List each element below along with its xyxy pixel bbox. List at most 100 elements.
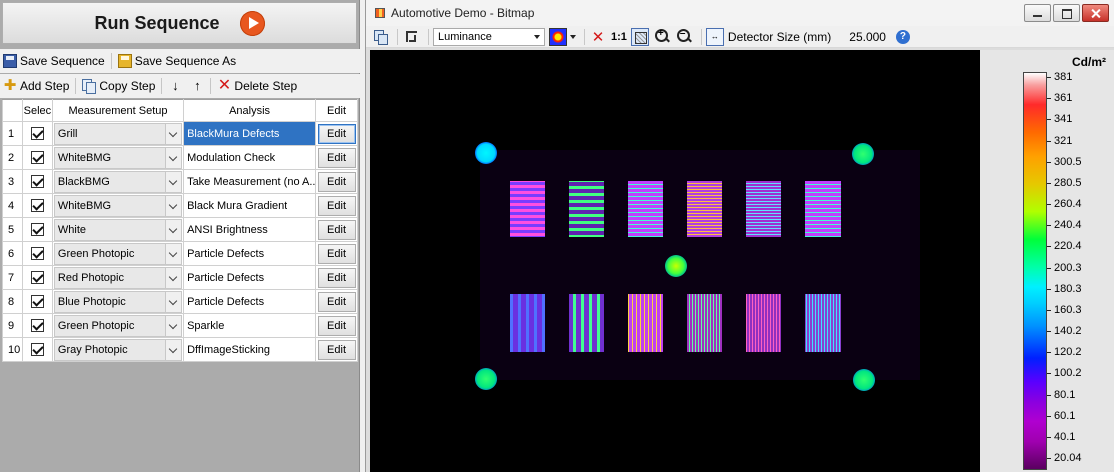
detector-size-value[interactable]: 25.000 bbox=[849, 28, 886, 46]
measurement-setup-select[interactable]: Red Photopic bbox=[53, 266, 183, 289]
edit-button[interactable]: Edit bbox=[317, 171, 356, 192]
row-number[interactable]: 10 bbox=[2, 337, 23, 362]
chevron-down-icon bbox=[165, 243, 182, 264]
clear-x-icon[interactable]: ✕ bbox=[589, 28, 607, 46]
column-header-select[interactable]: Selec bbox=[21, 99, 53, 122]
edit-button[interactable]: Edit bbox=[317, 291, 356, 312]
copy-step-button[interactable]: Copy Step bbox=[82, 79, 156, 94]
column-header-analysis[interactable]: Analysis bbox=[183, 99, 317, 122]
delete-step-button[interactable]: ✕ Delete Step bbox=[217, 78, 297, 94]
save-sequence-as-button[interactable]: Save Sequence As bbox=[117, 54, 236, 68]
analysis-cell[interactable]: Take Measurement (no A... bbox=[183, 169, 317, 194]
select-checkbox[interactable] bbox=[30, 127, 44, 140]
measurement-setup-select[interactable]: Gray Photopic bbox=[53, 338, 183, 361]
measurement-setup-select[interactable]: BlackBMG bbox=[53, 170, 183, 193]
table-row[interactable]: 1 Grill BlackMura Defects Edit bbox=[2, 121, 358, 146]
run-sequence-button[interactable]: Run Sequence bbox=[2, 2, 357, 44]
edit-button[interactable]: Edit bbox=[317, 147, 356, 168]
close-icon[interactable] bbox=[1082, 4, 1109, 22]
row-number[interactable]: 1 bbox=[2, 121, 23, 146]
window-titlebar[interactable]: Automotive Demo - Bitmap bbox=[366, 0, 1114, 26]
table-row[interactable]: 9 Green Photopic Sparkle Edit bbox=[2, 313, 358, 338]
edit-button[interactable]: Edit bbox=[317, 243, 356, 264]
select-checkbox[interactable] bbox=[30, 271, 44, 284]
toolbar-separator bbox=[75, 78, 77, 94]
analysis-cell[interactable]: Sparkle bbox=[183, 313, 317, 338]
zoom-in-icon[interactable] bbox=[653, 28, 671, 46]
save-sequence-label: Save Sequence bbox=[20, 54, 105, 68]
row-number[interactable]: 3 bbox=[2, 169, 23, 194]
edit-button[interactable]: Edit bbox=[317, 219, 356, 240]
palette-dropdown-icon[interactable] bbox=[570, 34, 576, 39]
table-row[interactable]: 8 Blue Photopic Particle Defects Edit bbox=[2, 289, 358, 314]
scale-tick bbox=[1047, 352, 1051, 354]
analysis-cell[interactable]: Black Mura Gradient bbox=[183, 193, 317, 218]
measurement-setup-select[interactable]: Green Photopic bbox=[53, 314, 183, 337]
save-sequence-button[interactable]: Save Sequence bbox=[3, 54, 105, 68]
table-row[interactable]: 5 White ANSI Brightness Edit bbox=[2, 217, 358, 242]
row-number[interactable]: 2 bbox=[2, 145, 23, 170]
move-down-button[interactable]: ↓ bbox=[168, 79, 182, 93]
zoom-out-icon[interactable] bbox=[675, 28, 693, 46]
analysis-cell[interactable]: ANSI Brightness bbox=[183, 217, 317, 242]
analysis-cell[interactable]: Modulation Check bbox=[183, 145, 317, 170]
analysis-cell[interactable]: Particle Defects bbox=[183, 265, 317, 290]
copy-step-label: Copy Step bbox=[99, 79, 156, 93]
edit-button[interactable]: Edit bbox=[317, 123, 356, 144]
select-checkbox[interactable] bbox=[30, 295, 44, 308]
maximize-icon[interactable] bbox=[1053, 4, 1080, 22]
select-checkbox[interactable] bbox=[30, 199, 44, 212]
analysis-cell[interactable]: DffImageSticking bbox=[183, 337, 317, 362]
display-mode-select[interactable]: Luminance bbox=[433, 27, 545, 46]
grid-header-row: Selec Measurement Setup Analysis Edit bbox=[2, 99, 358, 122]
row-number[interactable]: 9 bbox=[2, 313, 23, 338]
select-checkbox[interactable] bbox=[30, 343, 44, 356]
measurement-setup-select[interactable]: Blue Photopic bbox=[53, 290, 183, 313]
save-disk-icon bbox=[3, 54, 17, 68]
palette-icon[interactable] bbox=[549, 27, 567, 46]
table-row[interactable]: 10 Gray Photopic DffImageSticking Edit bbox=[2, 337, 358, 362]
measurement-setup-select[interactable]: WhiteBMG bbox=[53, 194, 183, 217]
row-number[interactable]: 7 bbox=[2, 265, 23, 290]
select-checkbox[interactable] bbox=[30, 175, 44, 188]
select-checkbox[interactable] bbox=[30, 247, 44, 260]
column-header-setup[interactable]: Measurement Setup bbox=[51, 99, 185, 122]
minimize-icon[interactable] bbox=[1024, 4, 1051, 22]
edit-button[interactable]: Edit bbox=[317, 195, 356, 216]
measurement-setup-select[interactable]: WhiteBMG bbox=[53, 146, 183, 169]
measurement-setup-select[interactable]: Green Photopic bbox=[53, 242, 183, 265]
help-icon[interactable]: ? bbox=[895, 29, 910, 44]
table-row[interactable]: 4 WhiteBMG Black Mura Gradient Edit bbox=[2, 193, 358, 218]
luminance-image[interactable] bbox=[370, 50, 980, 472]
measurement-setup-value: WhiteBMG bbox=[57, 151, 112, 164]
zoom-1-1-button[interactable]: 1:1 bbox=[611, 28, 627, 46]
setup-cell: Green Photopic bbox=[51, 313, 185, 338]
table-row[interactable]: 2 WhiteBMG Modulation Check Edit bbox=[2, 145, 358, 170]
move-up-button[interactable]: ↑ bbox=[190, 79, 204, 93]
table-row[interactable]: 3 BlackBMG Take Measurement (no A... Edit bbox=[2, 169, 358, 194]
select-checkbox[interactable] bbox=[30, 319, 44, 332]
analysis-cell[interactable]: BlackMura Defects bbox=[183, 121, 317, 146]
analysis-cell[interactable]: Particle Defects bbox=[183, 241, 317, 266]
edit-button[interactable]: Edit bbox=[317, 339, 356, 360]
edit-button[interactable]: Edit bbox=[317, 267, 356, 288]
copy-image-icon[interactable] bbox=[371, 28, 389, 46]
edit-button[interactable]: Edit bbox=[317, 315, 356, 336]
crop-icon[interactable] bbox=[402, 28, 420, 46]
select-checkbox[interactable] bbox=[30, 223, 44, 236]
row-number[interactable]: 6 bbox=[2, 241, 23, 266]
table-row[interactable]: 6 Green Photopic Particle Defects Edit bbox=[2, 241, 358, 266]
row-number[interactable]: 5 bbox=[2, 217, 23, 242]
measurement-setup-select[interactable]: Grill bbox=[53, 122, 183, 145]
detector-size-icon[interactable]: ↔ bbox=[705, 27, 724, 46]
row-number[interactable]: 4 bbox=[2, 193, 23, 218]
column-header-edit[interactable]: Edit bbox=[315, 99, 358, 122]
add-step-button[interactable]: ✚ Add Step bbox=[3, 78, 70, 93]
table-row[interactable]: 7 Red Photopic Particle Defects Edit bbox=[2, 265, 358, 290]
analysis-value: Particle Defects bbox=[187, 295, 265, 308]
fit-to-window-icon[interactable] bbox=[630, 27, 649, 46]
measurement-setup-select[interactable]: White bbox=[53, 218, 183, 241]
analysis-cell[interactable]: Particle Defects bbox=[183, 289, 317, 314]
select-checkbox[interactable] bbox=[30, 151, 44, 164]
row-number[interactable]: 8 bbox=[2, 289, 23, 314]
